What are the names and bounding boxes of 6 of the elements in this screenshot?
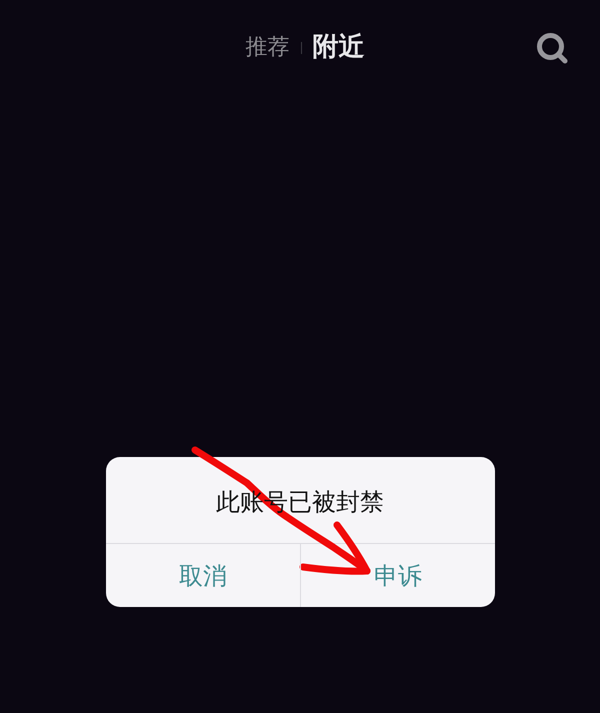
search-button[interactable] <box>536 32 568 64</box>
feed-tab[interactable]: 附近 <box>310 30 368 66</box>
feed-tab[interactable]: 推荐 <box>242 32 292 64</box>
cancel-button[interactable]: 取消 <box>106 544 300 607</box>
appeal-button[interactable]: 申诉 <box>300 544 494 607</box>
search-icon <box>536 32 568 64</box>
